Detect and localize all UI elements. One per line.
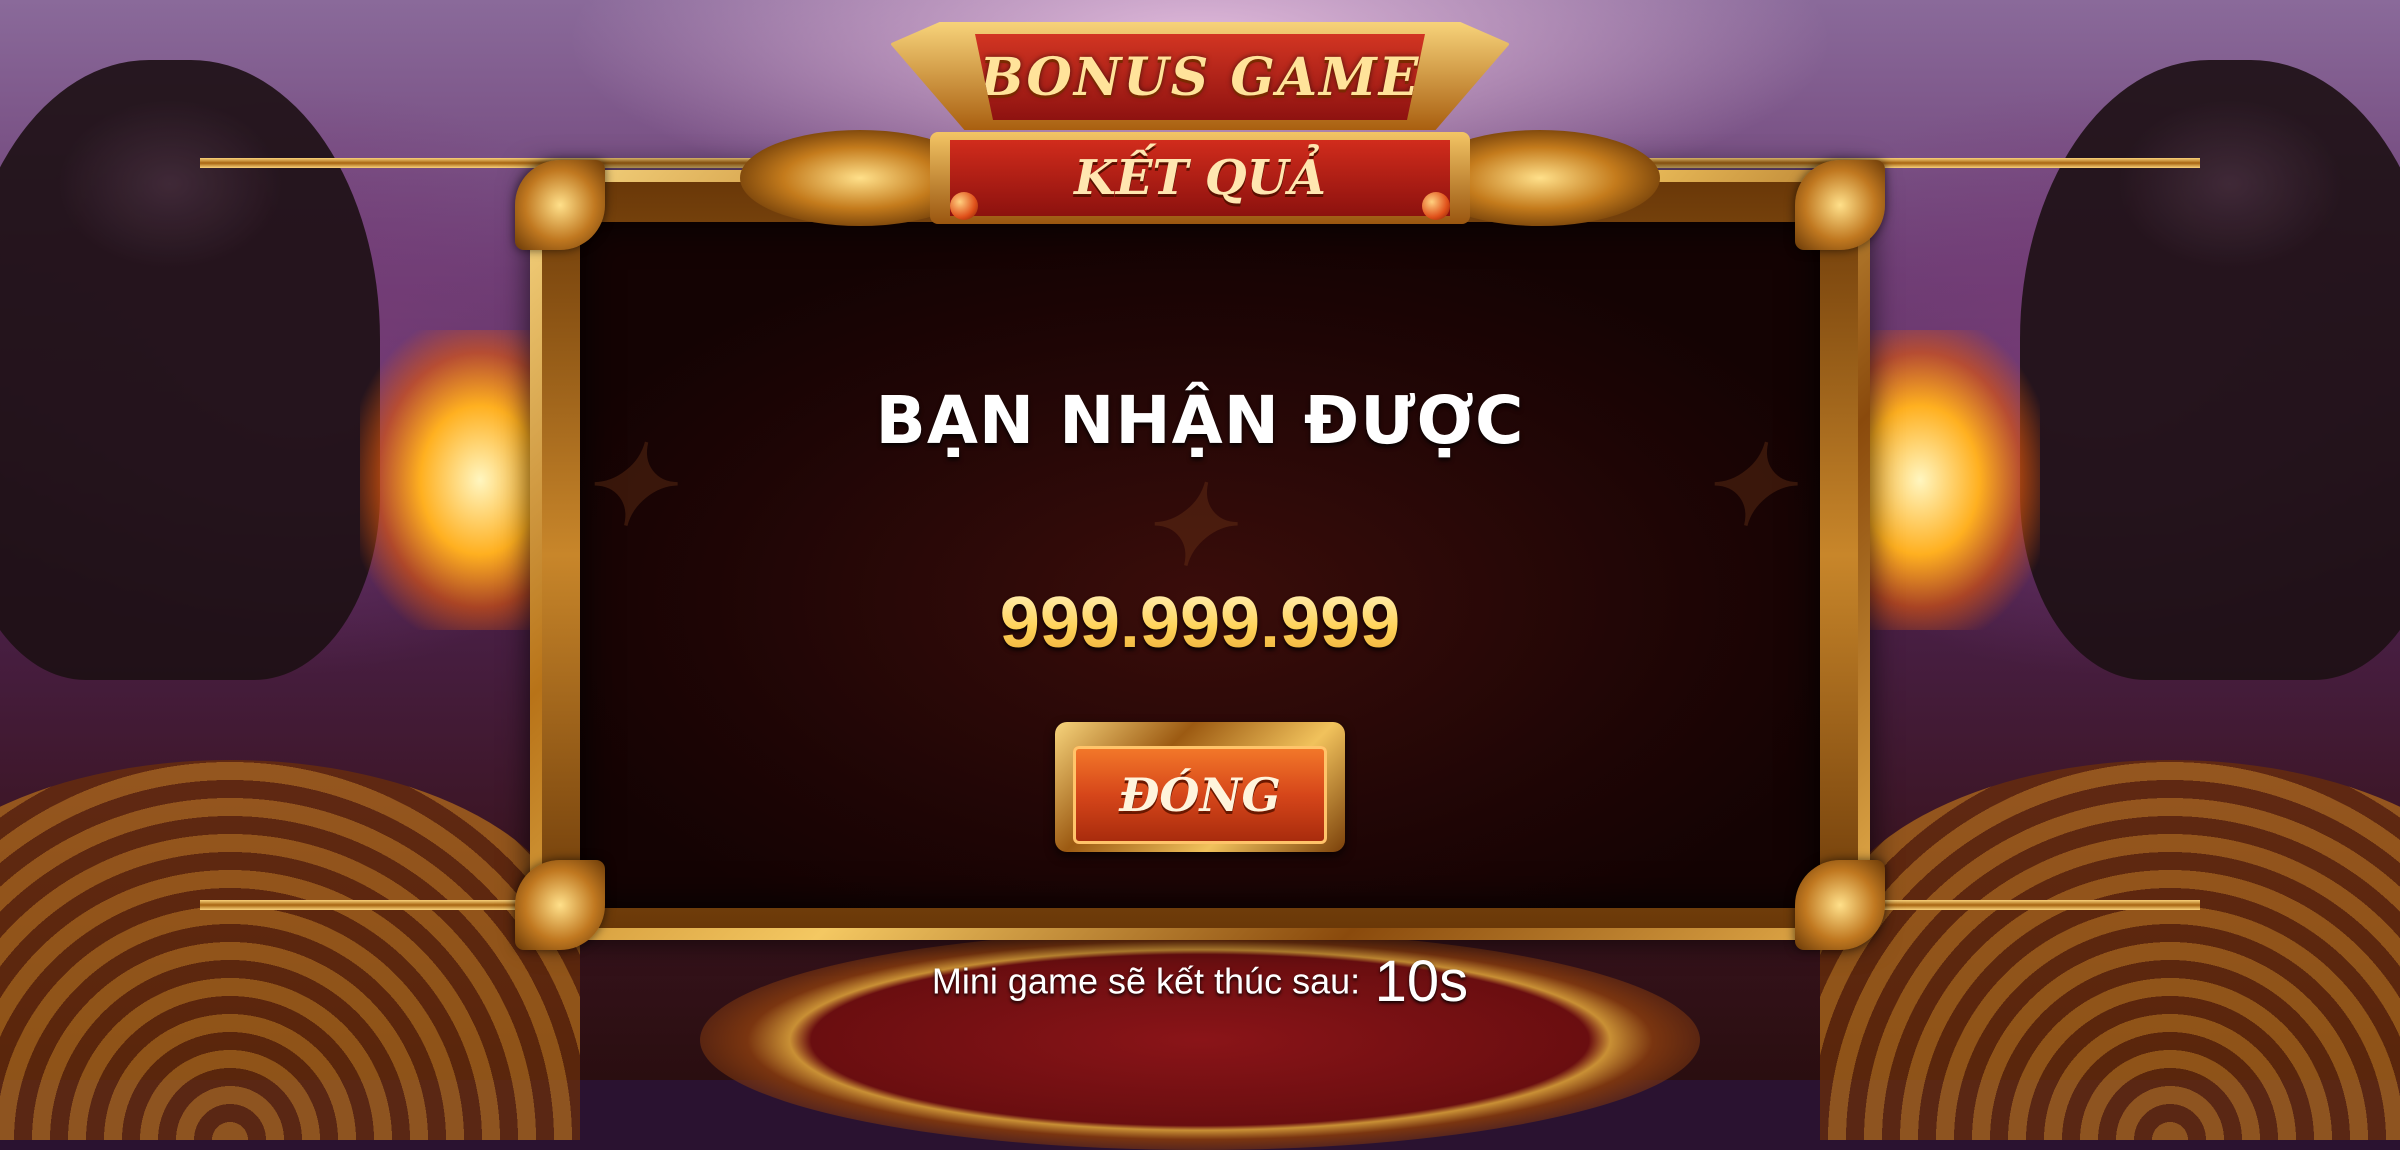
frame-corner-ornament <box>515 860 605 950</box>
close-button-label: ĐÓNG <box>1119 768 1281 822</box>
countdown: Mini game sẽ kết thúc sau: 10s <box>580 948 1820 1015</box>
frame-corner-ornament <box>515 160 605 250</box>
gem-icon <box>950 192 978 220</box>
ghost-multiplier-decoration: ✦ <box>1140 466 1237 588</box>
gem-icon <box>1422 192 1450 220</box>
close-button[interactable]: ĐÓNG <box>1073 746 1327 844</box>
bonus-game-banner-inner: BONUS GAME <box>975 34 1425 120</box>
result-banner-inner: KẾT QUẢ <box>950 140 1450 216</box>
countdown-value: 10s <box>1374 949 1469 1014</box>
countdown-label: Mini game sẽ kết thúc sau: <box>931 960 1361 1002</box>
left-statue <box>0 60 380 680</box>
bonus-game-title: BONUS GAME <box>979 46 1421 108</box>
reward-heading: BẠN NHẬN ĐƯỢC <box>875 382 1525 459</box>
right-statue <box>2020 60 2400 680</box>
result-title: KẾT QUẢ <box>1074 150 1326 206</box>
reward-amount: 999.999.999 <box>580 582 1820 664</box>
frame-corner-ornament <box>1795 160 1885 250</box>
frame-corner-ornament <box>1795 860 1885 950</box>
